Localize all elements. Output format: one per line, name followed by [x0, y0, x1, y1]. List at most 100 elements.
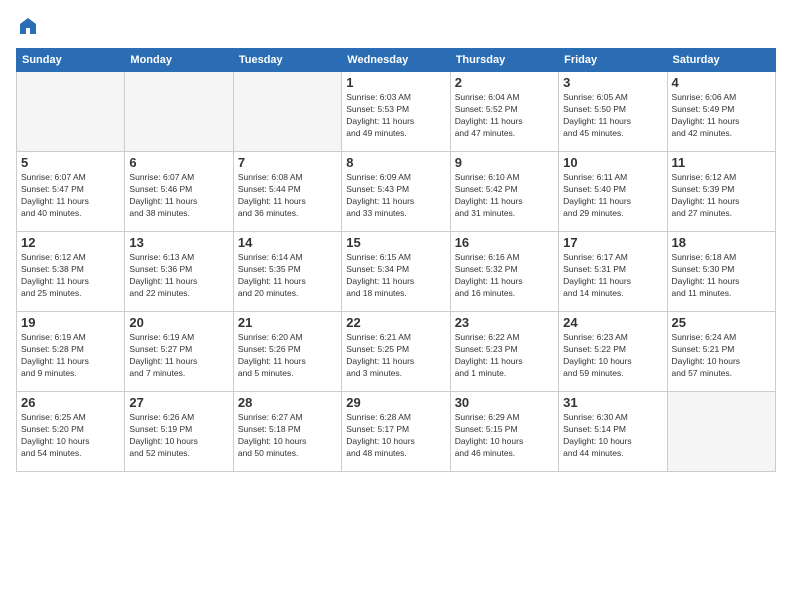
day-number: 23: [455, 315, 554, 330]
day-info: Sunrise: 6:21 AMSunset: 5:25 PMDaylight:…: [346, 332, 445, 380]
day-cell-1: 1Sunrise: 6:03 AMSunset: 5:53 PMDaylight…: [342, 72, 450, 152]
day-number: 6: [129, 155, 228, 170]
day-cell-28: 28 Sunrise: 6:27 AMSunset: 5:18 PMDayligh…: [233, 392, 341, 472]
day-info: Sunrise: 6:08 AMSunset: 5:44 PMDaylight:…: [238, 172, 337, 220]
weekday-header-thursday: Thursday: [450, 49, 558, 72]
day-cell-30: 30Sunrise: 6:29 AMSunset: 5:15 PMDayligh…: [450, 392, 558, 472]
day-number: 26: [21, 395, 120, 410]
day-cell-17: 17 Sunrise: 6:17 AMSunset: 5:31 PMDayligh…: [559, 232, 667, 312]
day-info: Sunrise: 6:24 AMSunset: 5:21 PMDaylight:…: [672, 332, 771, 380]
day-cell-24: 24 Sunrise: 6:23 AMSunset: 5:22 PMDayligh…: [559, 312, 667, 392]
week-row-3: 12Sunrise: 6:12 AMSunset: 5:38 PMDayligh…: [17, 232, 776, 312]
day-cell-19: 19 Sunrise: 6:19 AMSunset: 5:28 PMDayligh…: [17, 312, 125, 392]
day-info: Sunrise: 6:07 AMSunset: 5:46 PMDaylight:…: [129, 172, 228, 220]
day-info: Sunrise: 6:12 AMSunset: 5:39 PMDaylight:…: [672, 172, 771, 220]
day-number: 2: [455, 75, 554, 90]
day-cell-26: 26 Sunrise: 6:25 AMSunset: 5:20 PMDayligh…: [17, 392, 125, 472]
day-number: 30: [455, 395, 554, 410]
weekday-header-sunday: Sunday: [17, 49, 125, 72]
day-cell-16: 16 Sunrise: 6:16 AMSunset: 5:32 PMDayligh…: [450, 232, 558, 312]
day-number: 24: [563, 315, 662, 330]
day-number: 13: [129, 235, 228, 250]
day-number: 25: [672, 315, 771, 330]
day-cell-2: 2 Sunrise: 6:04 AMSunset: 5:52 PMDaylight…: [450, 72, 558, 152]
day-cell-21: 21Sunrise: 6:20 AMSunset: 5:26 PMDayligh…: [233, 312, 341, 392]
day-number: 15: [346, 235, 445, 250]
week-row-5: 26 Sunrise: 6:25 AMSunset: 5:20 PMDayligh…: [17, 392, 776, 472]
day-number: 21: [238, 315, 337, 330]
day-info: Sunrise: 6:27 AMSunset: 5:18 PMDaylight:…: [238, 412, 337, 460]
day-info: Sunrise: 6:18 AMSunset: 5:30 PMDaylight:…: [672, 252, 771, 300]
empty-cell: [17, 72, 125, 152]
weekday-header-tuesday: Tuesday: [233, 49, 341, 72]
day-info: Sunrise: 6:13 AMSunset: 5:36 PMDaylight:…: [129, 252, 228, 300]
day-number: 5: [21, 155, 120, 170]
day-info: Sunrise: 6:14 AMSunset: 5:35 PMDaylight:…: [238, 252, 337, 300]
day-info: Sunrise: 6:23 AMSunset: 5:22 PMDaylight:…: [563, 332, 662, 380]
day-number: 19: [21, 315, 120, 330]
calendar-table: SundayMondayTuesdayWednesdayThursdayFrid…: [16, 48, 776, 472]
day-cell-23: 23 Sunrise: 6:22 AMSunset: 5:23 PMDayligh…: [450, 312, 558, 392]
header: [16, 16, 776, 36]
day-info: Sunrise: 6:04 AMSunset: 5:52 PMDaylight:…: [455, 92, 554, 140]
weekday-header-wednesday: Wednesday: [342, 49, 450, 72]
day-info: Sunrise: 6:19 AMSunset: 5:28 PMDaylight:…: [21, 332, 120, 380]
day-info: Sunrise: 6:22 AMSunset: 5:23 PMDaylight:…: [455, 332, 554, 380]
weekday-header-friday: Friday: [559, 49, 667, 72]
day-info: Sunrise: 6:15 AMSunset: 5:34 PMDaylight:…: [346, 252, 445, 300]
day-cell-13: 13 Sunrise: 6:13 AMSunset: 5:36 PMDayligh…: [125, 232, 233, 312]
weekday-header-saturday: Saturday: [667, 49, 775, 72]
day-cell-7: 7 Sunrise: 6:08 AMSunset: 5:44 PMDaylight…: [233, 152, 341, 232]
day-info: Sunrise: 6:19 AMSunset: 5:27 PMDaylight:…: [129, 332, 228, 380]
day-number: 12: [21, 235, 120, 250]
day-info: Sunrise: 6:09 AMSunset: 5:43 PMDaylight:…: [346, 172, 445, 220]
day-number: 29: [346, 395, 445, 410]
day-number: 17: [563, 235, 662, 250]
logo: [16, 16, 38, 36]
day-cell-15: 15 Sunrise: 6:15 AMSunset: 5:34 PMDayligh…: [342, 232, 450, 312]
day-cell-6: 6 Sunrise: 6:07 AMSunset: 5:46 PMDaylight…: [125, 152, 233, 232]
week-row-2: 5 Sunrise: 6:07 AMSunset: 5:47 PMDaylight…: [17, 152, 776, 232]
week-row-4: 19 Sunrise: 6:19 AMSunset: 5:28 PMDayligh…: [17, 312, 776, 392]
day-number: 16: [455, 235, 554, 250]
day-number: 20: [129, 315, 228, 330]
day-info: Sunrise: 6:11 AMSunset: 5:40 PMDaylight:…: [563, 172, 662, 220]
day-info: Sunrise: 6:05 AMSunset: 5:50 PMDaylight:…: [563, 92, 662, 140]
day-cell-11: 11Sunrise: 6:12 AMSunset: 5:39 PMDayligh…: [667, 152, 775, 232]
day-info: Sunrise: 6:25 AMSunset: 5:20 PMDaylight:…: [21, 412, 120, 460]
day-cell-22: 22 Sunrise: 6:21 AMSunset: 5:25 PMDayligh…: [342, 312, 450, 392]
day-number: 28: [238, 395, 337, 410]
day-cell-31: 31Sunrise: 6:30 AMSunset: 5:14 PMDayligh…: [559, 392, 667, 472]
day-cell-12: 12Sunrise: 6:12 AMSunset: 5:38 PMDayligh…: [17, 232, 125, 312]
day-number: 3: [563, 75, 662, 90]
day-info: Sunrise: 6:30 AMSunset: 5:14 PMDaylight:…: [563, 412, 662, 460]
day-info: Sunrise: 6:03 AMSunset: 5:53 PMDaylight:…: [346, 92, 445, 140]
day-number: 9: [455, 155, 554, 170]
logo-icon: [18, 16, 38, 36]
day-number: 7: [238, 155, 337, 170]
day-number: 8: [346, 155, 445, 170]
day-number: 10: [563, 155, 662, 170]
day-cell-4: 4Sunrise: 6:06 AMSunset: 5:49 PMDaylight…: [667, 72, 775, 152]
day-info: Sunrise: 6:28 AMSunset: 5:17 PMDaylight:…: [346, 412, 445, 460]
day-cell-5: 5 Sunrise: 6:07 AMSunset: 5:47 PMDaylight…: [17, 152, 125, 232]
day-cell-25: 25 Sunrise: 6:24 AMSunset: 5:21 PMDayligh…: [667, 312, 775, 392]
day-info: Sunrise: 6:16 AMSunset: 5:32 PMDaylight:…: [455, 252, 554, 300]
day-number: 22: [346, 315, 445, 330]
day-cell-14: 14 Sunrise: 6:14 AMSunset: 5:35 PMDayligh…: [233, 232, 341, 312]
weekday-header-row: SundayMondayTuesdayWednesdayThursdayFrid…: [17, 49, 776, 72]
day-info: Sunrise: 6:17 AMSunset: 5:31 PMDaylight:…: [563, 252, 662, 300]
day-number: 18: [672, 235, 771, 250]
week-row-1: 1Sunrise: 6:03 AMSunset: 5:53 PMDaylight…: [17, 72, 776, 152]
day-cell-3: 3 Sunrise: 6:05 AMSunset: 5:50 PMDaylight…: [559, 72, 667, 152]
empty-cell: [233, 72, 341, 152]
day-info: Sunrise: 6:26 AMSunset: 5:19 PMDaylight:…: [129, 412, 228, 460]
day-number: 14: [238, 235, 337, 250]
day-cell-9: 9Sunrise: 6:10 AMSunset: 5:42 PMDaylight…: [450, 152, 558, 232]
day-cell-8: 8 Sunrise: 6:09 AMSunset: 5:43 PMDaylight…: [342, 152, 450, 232]
weekday-header-monday: Monday: [125, 49, 233, 72]
day-cell-10: 10 Sunrise: 6:11 AMSunset: 5:40 PMDayligh…: [559, 152, 667, 232]
day-cell-20: 20 Sunrise: 6:19 AMSunset: 5:27 PMDayligh…: [125, 312, 233, 392]
day-info: Sunrise: 6:07 AMSunset: 5:47 PMDaylight:…: [21, 172, 120, 220]
day-info: Sunrise: 6:06 AMSunset: 5:49 PMDaylight:…: [672, 92, 771, 140]
